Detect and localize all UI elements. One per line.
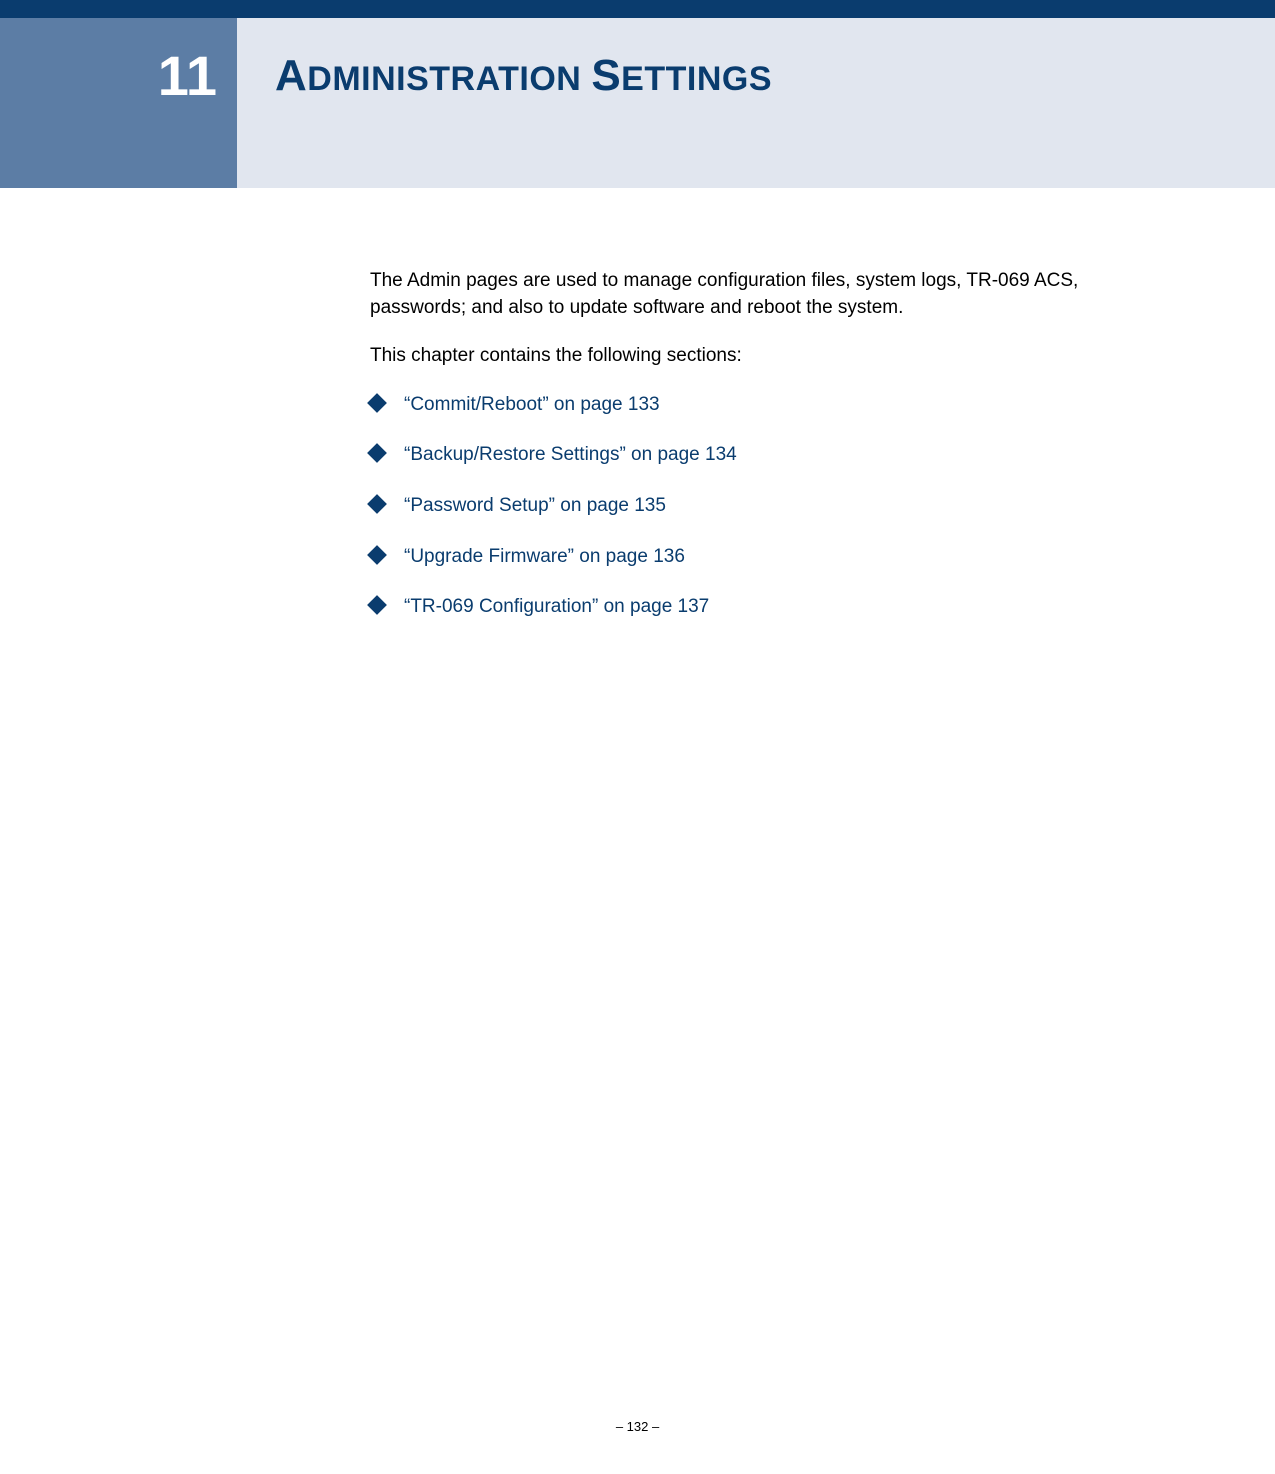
diamond-icon [367, 393, 387, 413]
title-cap-a: A [275, 51, 307, 100]
page-footer: – 132 – [0, 1419, 1275, 1434]
chapter-header: 11 ADMINISTRATION SETTINGS [0, 18, 1275, 188]
intro-paragraph: The Admin pages are used to manage confi… [370, 268, 1145, 321]
list-item: “Password Setup” on page 135 [370, 493, 1145, 520]
section-link[interactable]: “Commit/Reboot” on page 133 [404, 394, 660, 415]
top-accent-bar [0, 0, 1275, 18]
diamond-icon [367, 494, 387, 514]
main-content: The Admin pages are used to manage confi… [370, 268, 1145, 621]
section-link-list: “Commit/Reboot” on page 133 “Backup/Rest… [370, 392, 1145, 621]
page-number: – 132 – [616, 1419, 659, 1434]
title-word-1: DMINISTRATION [307, 60, 581, 98]
section-link[interactable]: “Backup/Restore Settings” on page 134 [404, 444, 737, 465]
diamond-icon [367, 595, 387, 615]
chapter-number: 11 [158, 43, 217, 108]
chapter-number-box: 11 [0, 18, 237, 188]
section-link[interactable]: “TR-069 Configuration” on page 137 [404, 596, 709, 617]
list-item: “Upgrade Firmware” on page 136 [370, 544, 1145, 571]
list-item: “Backup/Restore Settings” on page 134 [370, 442, 1145, 469]
title-word-2: ETTINGS [621, 60, 772, 98]
list-item: “TR-069 Configuration” on page 137 [370, 594, 1145, 621]
list-item: “Commit/Reboot” on page 133 [370, 392, 1145, 419]
sections-lead: This chapter contains the following sect… [370, 343, 1145, 370]
title-cap-s: S [591, 51, 621, 100]
diamond-icon [367, 443, 387, 463]
section-link[interactable]: “Password Setup” on page 135 [404, 495, 666, 516]
section-link[interactable]: “Upgrade Firmware” on page 136 [404, 546, 685, 567]
diamond-icon [367, 545, 387, 565]
chapter-title-box: ADMINISTRATION SETTINGS [237, 18, 1275, 188]
chapter-title: ADMINISTRATION SETTINGS [275, 51, 772, 101]
